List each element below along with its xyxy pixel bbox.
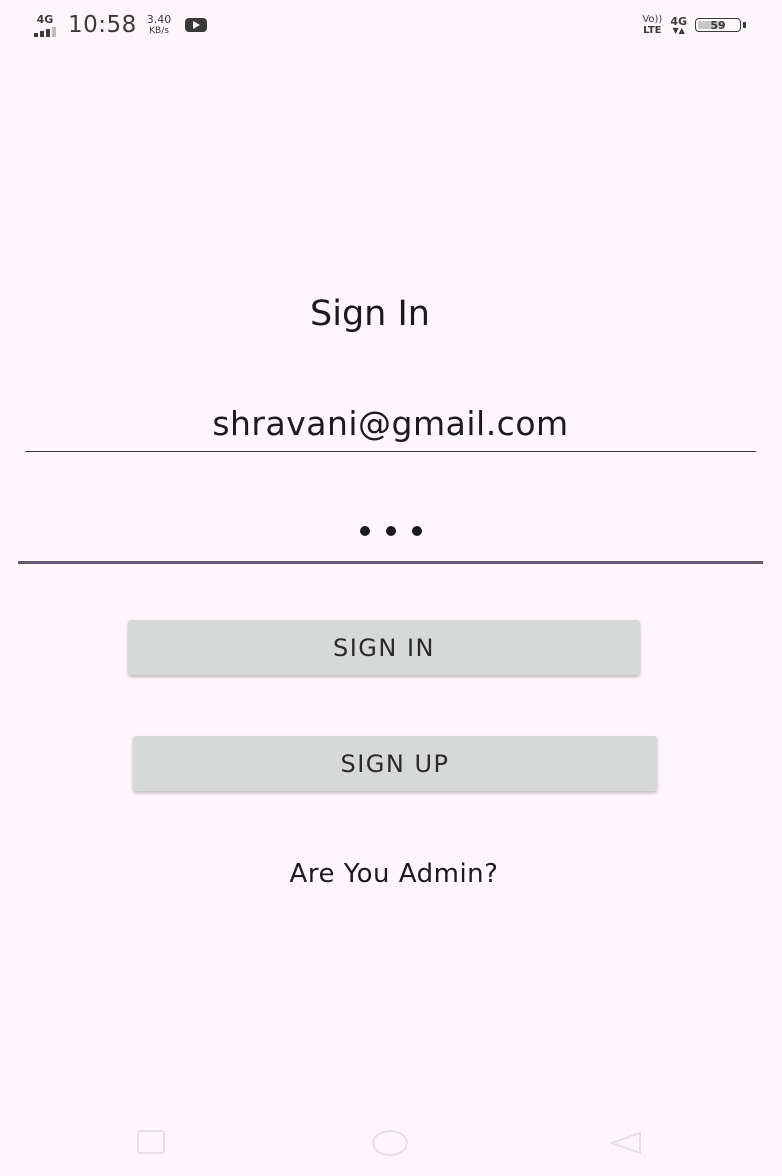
password-field[interactable]: [18, 500, 763, 564]
navigation-bar: [0, 1116, 782, 1176]
battery-tip: [743, 22, 746, 28]
recent-apps-icon[interactable]: [137, 1130, 165, 1154]
password-mask: [359, 525, 422, 536]
email-field-container: [25, 396, 756, 452]
volte-top-label: Vo)): [642, 13, 663, 25]
email-field[interactable]: [25, 396, 756, 450]
password-dot: [359, 525, 370, 536]
cellular-signal: 4G: [34, 14, 56, 37]
volte-bottom-label: LTE: [643, 24, 662, 36]
status-bar: 4G 10:58 3.40 KB/s Vo)) LTE 4G ▼▲ 59: [0, 0, 782, 48]
status-bar-left: 4G 10:58 3.40 KB/s: [34, 10, 208, 40]
data-activity-arrows-icon: ▼▲: [672, 25, 685, 35]
signal-bars-icon: [34, 26, 56, 37]
volte-icon: Vo)) LTE: [642, 13, 663, 36]
page-title: Sign In: [310, 294, 430, 334]
youtube-icon: [185, 18, 208, 32]
network-speed: 3.40 KB/s: [146, 13, 172, 37]
sign-up-button[interactable]: SIGN UP: [133, 736, 657, 791]
password-dot: [385, 525, 396, 536]
status-bar-right: Vo)) LTE 4G ▼▲ 59: [642, 14, 746, 36]
back-icon[interactable]: [608, 1130, 644, 1156]
home-icon[interactable]: [372, 1130, 408, 1156]
password-dot: [411, 525, 422, 536]
network-speed-unit: KB/s: [149, 26, 169, 36]
battery-icon: 59: [695, 18, 741, 32]
data-network-label: 4G: [670, 14, 687, 28]
admin-link[interactable]: Are You Admin?: [0, 856, 782, 892]
network-speed-value: 3.40: [146, 13, 172, 26]
sign-in-button[interactable]: SIGN IN: [128, 620, 640, 675]
network-type-label: 4G: [36, 12, 54, 26]
status-clock: 10:58: [68, 12, 137, 38]
data-network-icon: 4G ▼▲: [670, 16, 687, 35]
battery-level: 59: [710, 18, 726, 32]
